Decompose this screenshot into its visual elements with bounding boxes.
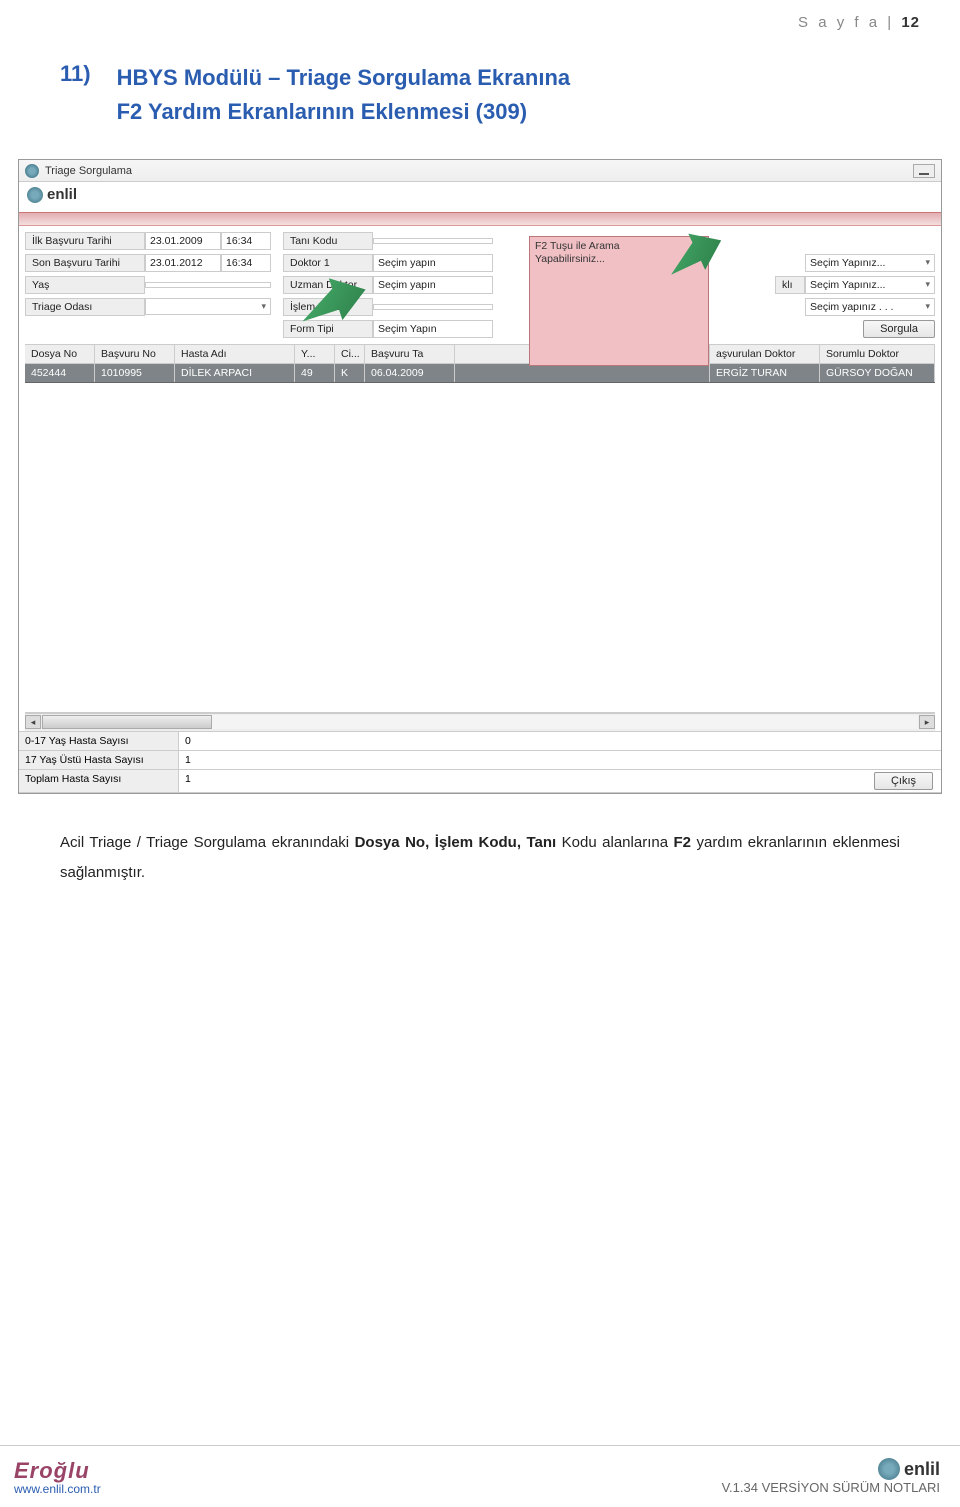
son-basvuru-time[interactable]: 16:34 xyxy=(221,254,271,272)
doc-section-title: 11) HBYS Modülü – Triage Sorgulama Ekran… xyxy=(0,37,960,139)
col-yas: Y... xyxy=(295,345,335,363)
stat-total-value: 1 xyxy=(179,770,219,792)
cell-basvuru-tarihi: 06.04.2009 xyxy=(365,364,455,382)
scroll-right-icon[interactable]: ▸ xyxy=(919,715,935,729)
tani-kodu-label: Tanı Kodu xyxy=(283,232,373,250)
body-paragraph: Acil Triage / Triage Sorgulama ekranında… xyxy=(0,794,960,888)
form-tipi-select[interactable]: Seçim Yapın xyxy=(373,320,493,338)
islem-kodu-input[interactable] xyxy=(373,304,493,310)
stat-0-17-label: 0-17 Yaş Hasta Sayısı xyxy=(19,732,179,750)
secim-select-3[interactable]: Seçim yapınız . . .▾ xyxy=(805,298,935,316)
version-text: V.1.34 VERSİYON SÜRÜM NOTLARI xyxy=(722,1480,940,1495)
enlil-footer-text: enlil xyxy=(904,1459,940,1480)
minimize-button[interactable] xyxy=(913,164,935,178)
para-bold-2: F2 xyxy=(674,834,697,851)
para-bold-1: Dosya No, İşlem Kodu, Tanı xyxy=(355,834,562,851)
doktor1-select[interactable]: Seçim yapın xyxy=(373,254,493,272)
cell-sorumlu-doktor: GÜRSOY DOĞAN xyxy=(820,364,935,382)
separator-bar xyxy=(19,212,941,226)
col-sorumlu-doktor: Sorumlu Doktor xyxy=(820,345,935,363)
exit-button[interactable]: Çıkış xyxy=(874,772,933,790)
doc-title-line1: HBYS Modülü – Triage Sorgulama Ekranına xyxy=(117,65,571,90)
stat-17plus-label: 17 Yaş Üstü Hasta Sayısı xyxy=(19,751,179,769)
page-header-prefix: S a y f a xyxy=(798,14,880,31)
tooltip-line1: F2 Tuşu ile Arama xyxy=(535,240,620,252)
brand-row: enlil xyxy=(19,182,941,212)
page-header: S a y f a | 12 xyxy=(0,0,960,37)
doc-title-number: 11) xyxy=(60,61,91,129)
page-header-sep: | xyxy=(887,14,901,31)
app-icon xyxy=(25,164,39,178)
table-row[interactable]: 452444 1010995 DİLEK ARPACI 49 K 06.04.2… xyxy=(25,364,935,383)
brand-text: enlil xyxy=(47,186,77,203)
doc-title-line2: F2 Yardım Ekranlarının Eklenmesi (309) xyxy=(117,99,527,124)
tani-kodu-input[interactable] xyxy=(373,238,493,244)
cell-basvurulan-doktor: ERGİZ TURAN xyxy=(710,364,820,382)
cell-basvuru-no: 1010995 xyxy=(95,364,175,382)
window-titlebar: Triage Sorgulama xyxy=(19,160,941,182)
cell-dosya-no: 452444 xyxy=(25,364,95,382)
swirl-icon xyxy=(27,187,43,203)
table-header: Dosya No Başvuru No Hasta Adı Y... Ci...… xyxy=(25,344,935,364)
kli-label: klı xyxy=(775,276,805,294)
cell-cinsiyet: K xyxy=(335,364,365,382)
cell-yas: 49 xyxy=(295,364,335,382)
tooltip-line2: Yapabilirsiniz... xyxy=(535,253,605,265)
son-basvuru-date[interactable]: 23.01.2012 xyxy=(145,254,221,272)
enlil-footer-logo: enlil xyxy=(878,1458,940,1480)
ilk-basvuru-date[interactable]: 23.01.2009 xyxy=(145,232,221,250)
scroll-track[interactable] xyxy=(42,715,918,729)
footer-url: www.enlil.com.tr xyxy=(14,1482,101,1496)
page-footer: Eroğlu www.enlil.com.tr enlil V.1.34 VER… xyxy=(0,1445,960,1507)
ilk-basvuru-label: İlk Başvuru Tarihi xyxy=(25,232,145,250)
filter-area: F2 Tuşu ile Arama Yapabilirsiniz... İlk … xyxy=(19,226,941,731)
triage-odasi-select[interactable]: ▾ xyxy=(145,298,271,315)
col-cinsiyet: Ci... xyxy=(335,345,365,363)
yas-label: Yaş xyxy=(25,276,145,294)
stat-0-17-value: 0 xyxy=(179,732,219,750)
scroll-left-icon[interactable]: ◂ xyxy=(25,715,41,729)
app-window: Triage Sorgulama enlil F2 Tuşu ile Arama… xyxy=(18,159,942,794)
eroglu-logo: Eroğlu xyxy=(14,1458,101,1484)
scroll-thumb[interactable] xyxy=(42,715,212,729)
swirl-icon xyxy=(878,1458,900,1480)
col-basvuru-tarihi: Başvuru Ta xyxy=(365,345,455,363)
triage-odasi-label: Triage Odası xyxy=(25,298,145,316)
sorgula-button[interactable]: Sorgula xyxy=(863,320,935,338)
uzman-doktor-select[interactable]: Seçim yapın xyxy=(373,276,493,294)
stat-17plus-value: 1 xyxy=(179,751,219,769)
form-tipi-label: Form Tipi xyxy=(283,320,373,338)
secim-select-1[interactable]: Seçim Yapınız...▾ xyxy=(805,254,935,272)
para-text-1: Acil Triage / Triage Sorgulama ekranında… xyxy=(60,834,355,851)
f2-tooltip: F2 Tuşu ile Arama Yapabilirsiniz... xyxy=(529,236,709,366)
col-basvurulan-doktor: aşvurulan Doktor xyxy=(710,345,820,363)
doktor1-label: Doktor 1 xyxy=(283,254,373,272)
page-header-num: 12 xyxy=(901,14,920,31)
col-basvuru-no: Başvuru No xyxy=(95,345,175,363)
cell-hasta-adi: DİLEK ARPACI xyxy=(175,364,295,382)
stat-total-label: Toplam Hasta Sayısı xyxy=(19,770,179,792)
col-hasta-adi: Hasta Adı xyxy=(175,345,295,363)
enlil-logo: enlil xyxy=(27,186,77,203)
secim-select-2[interactable]: Seçim Yapınız...▾ xyxy=(805,276,935,294)
son-basvuru-label: Son Başvuru Tarihi xyxy=(25,254,145,272)
para-text-2: Kodu alanlarına xyxy=(562,834,674,851)
horizontal-scrollbar[interactable]: ◂ ▸ xyxy=(25,713,935,731)
window-title: Triage Sorgulama xyxy=(45,165,132,177)
ilk-basvuru-time[interactable]: 16:34 xyxy=(221,232,271,250)
yas-input[interactable] xyxy=(145,282,271,288)
table-empty-area xyxy=(25,383,935,713)
stats-panel: 0-17 Yaş Hasta Sayısı 0 17 Yaş Üstü Hast… xyxy=(19,731,941,793)
col-dosya-no: Dosya No xyxy=(25,345,95,363)
